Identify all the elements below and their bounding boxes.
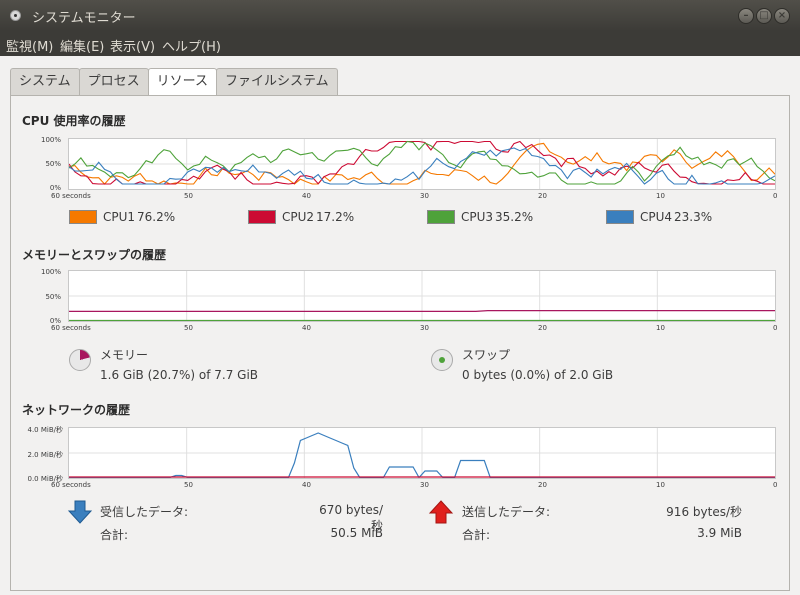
send-label: 送信したデータ:: [462, 505, 551, 519]
cpu1-label: CPU1: [103, 210, 136, 224]
memory-usage-pie[interactable]: [69, 349, 91, 371]
cpu-y-label-100: 100%: [40, 136, 61, 144]
cpu-x-label-0: 0: [773, 192, 778, 200]
cpu1-color-swatch[interactable]: [69, 210, 97, 224]
window-controls: – □ ×: [738, 8, 790, 24]
cpu-y-label-0: 0%: [49, 184, 61, 192]
menu-monitor[interactable]: 監視(M): [6, 36, 53, 55]
network-x-label-40: 40: [302, 481, 311, 489]
send-total-label: 合計:: [462, 528, 491, 542]
cpu3-value: 35.2%: [495, 210, 534, 224]
memory-history-title: メモリーとスワップの履歴: [22, 248, 167, 262]
network-history-graph: [68, 427, 776, 479]
memory-y-label-100: 100%: [40, 268, 61, 276]
network-y-label-4: 4.0 MiB/秒: [27, 426, 63, 434]
network-x-label-30: 30: [420, 481, 429, 489]
cpu2-color-swatch[interactable]: [248, 210, 276, 224]
window-title: システムモニター: [32, 11, 136, 26]
swap-label: スワップ: [462, 348, 511, 362]
memory-x-label-0: 0: [773, 324, 778, 332]
cpu1-value: 76.2%: [137, 210, 176, 224]
network-x-label-20: 20: [538, 481, 547, 489]
graph-canvas: [69, 428, 775, 478]
memory-x-label-50: 50: [184, 324, 193, 332]
memory-x-label-10: 10: [656, 324, 665, 332]
network-x-label-50: 50: [184, 481, 193, 489]
network-y-label-2: 2.0 MiB/秒: [27, 451, 63, 459]
receive-total: 50.5 MiB: [330, 526, 383, 540]
tab-bar: システム プロセス リソース ファイルシステム: [10, 68, 338, 98]
memory-x-label-60: 60 seconds: [51, 324, 91, 332]
cpu-x-label-40: 40: [302, 192, 311, 200]
cpu3-color-swatch[interactable]: [427, 210, 455, 224]
menu-edit[interactable]: 編集(E): [60, 36, 104, 55]
app-icon: [10, 10, 21, 21]
network-x-label-60: 60 seconds: [51, 481, 91, 489]
menu-view[interactable]: 表示(V): [110, 36, 155, 55]
memory-value: 1.6 GiB (20.7%) of 7.7 GiB: [100, 368, 259, 382]
cpu4-color-swatch[interactable]: [606, 210, 634, 224]
cpu2-value: 17.2%: [316, 210, 355, 224]
memory-y-label-50: 50%: [45, 293, 61, 301]
cpu-x-label-10: 10: [656, 192, 665, 200]
cpu2-label: CPU2: [282, 210, 315, 224]
graph-canvas: [69, 271, 775, 321]
memory-x-label-40: 40: [302, 324, 311, 332]
memory-x-label-30: 30: [420, 324, 429, 332]
tab-system[interactable]: システム: [10, 68, 80, 96]
send-total: 3.9 MiB: [697, 526, 742, 540]
graph-canvas: [69, 139, 775, 189]
tab-file-systems[interactable]: ファイルシステム: [216, 68, 338, 96]
memory-x-label-20: 20: [538, 324, 547, 332]
minimize-button[interactable]: –: [738, 8, 754, 24]
tab-processes[interactable]: プロセス: [78, 68, 149, 96]
cpu-history-graph: [68, 138, 776, 190]
menu-help[interactable]: ヘルプ(H): [162, 36, 221, 55]
cpu-x-label-30: 30: [420, 192, 429, 200]
swap-usage-pie[interactable]: [431, 349, 453, 371]
swap-value: 0 bytes (0.0%) of 2.0 GiB: [462, 368, 614, 382]
menu-bar: 監視(M) 編集(E) 表示(V) ヘルプ(H): [0, 31, 800, 56]
memory-history-graph: [68, 270, 776, 322]
network-x-label-10: 10: [656, 481, 665, 489]
cpu4-label: CPU4: [640, 210, 673, 224]
main-content: システム プロセス リソース ファイルシステム CPU 使用率の履歴 100% …: [0, 56, 800, 595]
resources-panel: CPU 使用率の履歴 100% 50% 0% 60 seconds 50 40 …: [10, 95, 790, 591]
cpu-history-title: CPU 使用率の履歴: [22, 114, 126, 128]
cpu4-value: 23.3%: [674, 210, 713, 224]
cpu-x-label-50: 50: [184, 192, 193, 200]
maximize-button[interactable]: □: [756, 8, 772, 24]
receive-total-label: 合計:: [100, 528, 129, 542]
send-rate: 916 bytes/秒: [666, 505, 742, 519]
download-arrow-icon[interactable]: [67, 499, 93, 525]
receive-label: 受信したデータ:: [100, 505, 189, 519]
memory-label: メモリー: [100, 348, 149, 362]
tab-resources[interactable]: リソース: [147, 68, 217, 98]
close-button[interactable]: ×: [774, 8, 790, 24]
title-bar: システムモニター – □ ×: [0, 0, 800, 31]
cpu-x-label-20: 20: [538, 192, 547, 200]
cpu-x-label-60: 60 seconds: [51, 192, 91, 200]
network-x-label-0: 0: [773, 481, 778, 489]
network-history-title: ネットワークの履歴: [22, 403, 131, 417]
cpu-y-label-50: 50%: [45, 160, 61, 168]
cpu3-label: CPU3: [461, 210, 494, 224]
upload-arrow-icon[interactable]: [428, 499, 454, 525]
